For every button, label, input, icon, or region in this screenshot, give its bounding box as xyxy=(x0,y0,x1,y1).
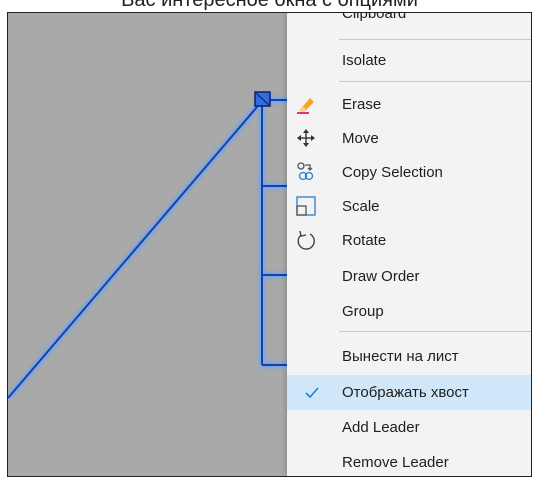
menu-item-label: Rotate xyxy=(342,231,387,249)
scale-icon xyxy=(295,195,317,217)
menu-item-add-leader[interactable]: Add Leader xyxy=(287,410,531,444)
menu-separator xyxy=(339,331,531,332)
eraser-icon xyxy=(295,93,317,115)
menu-separator xyxy=(339,39,531,40)
menu-item-draw-order[interactable]: Draw Order xyxy=(287,259,531,293)
menu-item-label: Отображать хвост xyxy=(342,384,469,401)
rotate-icon xyxy=(295,229,317,251)
menu-item-isolate[interactable]: Isolate xyxy=(287,43,531,77)
menu-item-label: Isolate xyxy=(342,51,387,69)
menu-item-label: Scale xyxy=(342,197,380,215)
menu-separator xyxy=(339,81,531,82)
menu-item-label: Copy Selection xyxy=(342,163,443,181)
menu-item-show-tail[interactable]: Отображать хвост xyxy=(287,375,531,410)
screenshot-frame: Clipboard Isolate Erase Move Copy Select… xyxy=(7,12,532,477)
leader-diagonal-line xyxy=(8,99,264,399)
checkmark-icon xyxy=(301,382,323,404)
menu-item-group[interactable]: Group xyxy=(287,294,531,328)
copy-selection-icon xyxy=(295,161,317,183)
menu-item-erase[interactable]: Erase xyxy=(287,87,531,121)
drawing-canvas[interactable] xyxy=(8,13,287,476)
menu-item-copy-selection[interactable]: Copy Selection xyxy=(287,155,531,189)
caption-text: Вас интересное окна с опциями xyxy=(121,0,418,11)
menu-item-move-to-sheet[interactable]: Вынести на лист xyxy=(287,339,531,373)
menu-item-label: Вынести на лист xyxy=(342,347,459,365)
menu-item-remove-leader[interactable]: Remove Leader xyxy=(287,445,531,476)
menu-item-label: Erase xyxy=(342,95,382,113)
selected-leader-drawing xyxy=(8,91,287,400)
menu-item-label: Clipboard xyxy=(342,12,407,22)
menu-item-clipboard[interactable]: Clipboard xyxy=(287,12,531,30)
menu-item-label: Add Leader xyxy=(342,418,420,436)
menu-item-label: Draw Order xyxy=(342,267,420,285)
menu-item-label: Remove Leader xyxy=(342,453,449,471)
move-arrows-icon xyxy=(295,127,317,149)
menu-item-label: Group xyxy=(342,302,384,320)
menu-item-label: Move xyxy=(342,129,379,147)
menu-item-move[interactable]: Move xyxy=(287,121,531,155)
context-menu: Clipboard Isolate Erase Move Copy Select… xyxy=(287,13,531,476)
menu-item-scale[interactable]: Scale xyxy=(287,189,531,223)
menu-item-rotate[interactable]: Rotate xyxy=(287,223,531,257)
